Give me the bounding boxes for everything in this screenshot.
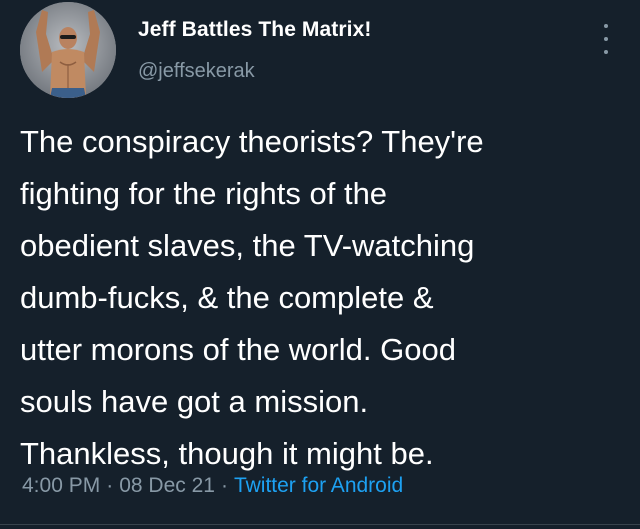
- author-display-name[interactable]: Jeff Battles The Matrix!: [138, 18, 371, 42]
- profile-photo-icon: [20, 2, 116, 98]
- vertical-dots-icon: [604, 50, 608, 54]
- tweet-card: Jeff Battles The Matrix! @jeffsekerak Th…: [0, 0, 640, 529]
- tweet-source-link[interactable]: Twitter for Android: [234, 474, 403, 497]
- avatar[interactable]: [20, 2, 116, 98]
- divider: [0, 524, 640, 525]
- separator-dot: ·: [106, 474, 114, 497]
- tweet-time[interactable]: 4:00 PM: [22, 474, 100, 497]
- vertical-dots-icon: [604, 37, 608, 41]
- author-handle[interactable]: @jeffsekerak: [138, 60, 255, 83]
- vertical-dots-icon: [604, 24, 608, 28]
- separator-dot: ·: [220, 474, 228, 497]
- tweet-date[interactable]: 08 Dec 21: [119, 474, 215, 497]
- tweet-metadata: 4:00 PM · 08 Dec 21 · Twitter for Android: [22, 474, 403, 498]
- more-options-button[interactable]: [596, 22, 616, 56]
- tweet-text: The conspiracy theorists? They're fighti…: [20, 124, 484, 471]
